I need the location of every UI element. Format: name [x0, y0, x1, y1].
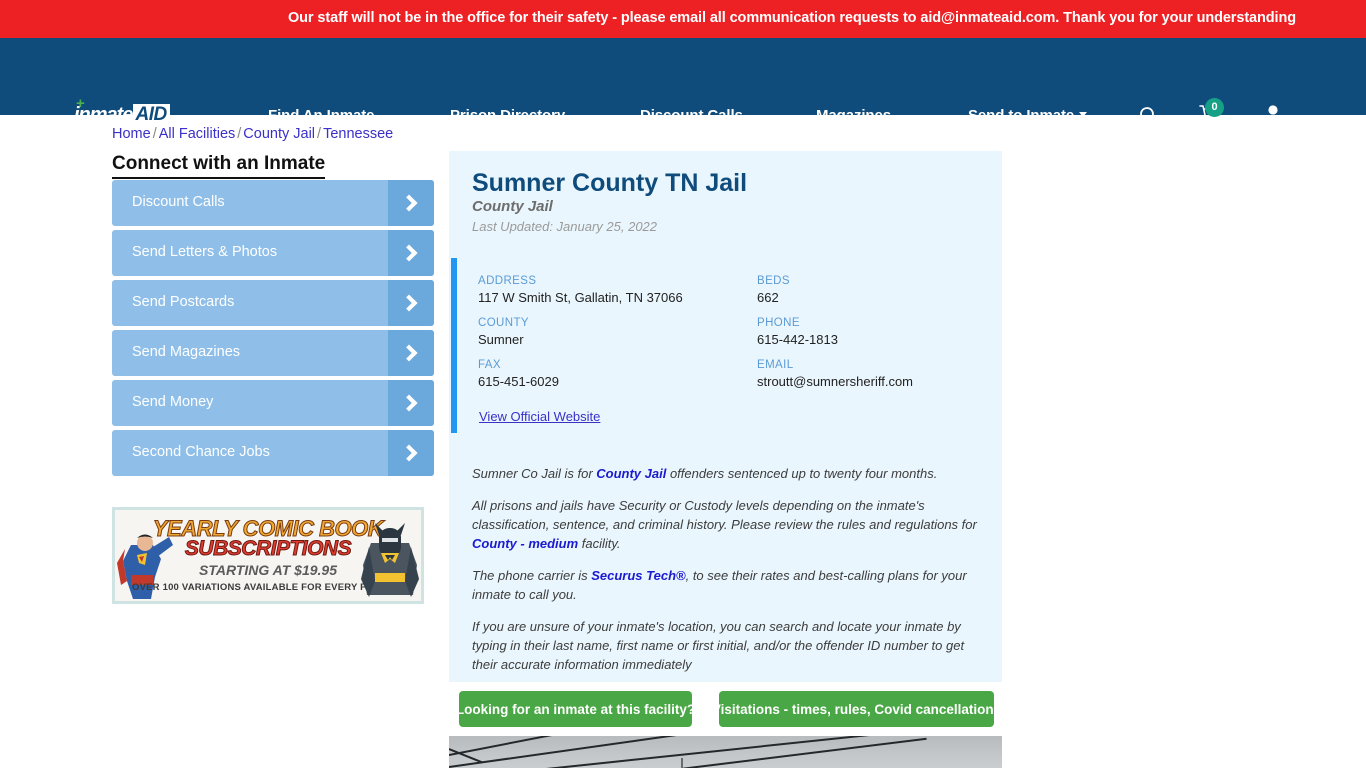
nav-item-send-to-inmate[interactable]: Send to Inmate [968, 107, 1088, 124]
ad-line-2: SUBSCRIPTIONS [184, 537, 352, 561]
description-paragraph-2: All prisons and jails have Security or C… [472, 496, 984, 553]
power-line [598, 737, 927, 768]
visitations-button[interactable]: Visitations - times, rules, Covid cancel… [712, 691, 1001, 727]
view-official-website-link[interactable]: View Official Website [479, 409, 600, 424]
chevron-right-icon [388, 280, 434, 326]
facility-card: Sumner County TN Jail County Jail Last U… [449, 151, 1002, 682]
field-value: 615-442-1813 [757, 332, 838, 347]
breadcrumb-item-home[interactable]: Home [112, 126, 151, 142]
chevron-right-icon [388, 430, 434, 476]
alert-banner: Our staff will not be in the office for … [0, 0, 1366, 38]
field-phone: PHONE 615-442-1813 [757, 317, 913, 347]
nav-item-label: Prison Directory [450, 107, 566, 124]
field-fax: FAX 615-451-6029 [478, 359, 683, 389]
comic-book-ad-banner[interactable]: YEARLY COMIC BOOK SUBSCRIPTIONS STARTING… [112, 507, 424, 604]
field-email: EMAIL stroutt@sumnersheriff.com [757, 359, 913, 389]
page-title: Sumner County TN Jail [472, 169, 748, 197]
last-updated-text: Last Updated: January 25, 2022 [472, 219, 658, 234]
nav-item-label: Find An Inmate [268, 107, 375, 124]
desc-text: All prisons and jails have Security or C… [472, 498, 977, 532]
cart-count-badge[interactable]: 0 [1205, 98, 1224, 117]
desc-text: The phone carrier is [472, 568, 592, 583]
facility-info-column-left: ADDRESS 117 W Smith St, Gallatin, TN 370… [478, 275, 683, 401]
field-beds: BEDS 662 [757, 275, 913, 305]
field-value: stroutt@sumnersheriff.com [757, 374, 914, 389]
facility-photo [449, 736, 1002, 768]
facility-info-block: ADDRESS 117 W Smith St, Gallatin, TN 370… [451, 258, 1000, 433]
field-label: FAX [478, 359, 501, 371]
sidebar-heading: Connect with an Inmate [112, 153, 326, 179]
sidebar-item-send-money[interactable]: Send Money [112, 380, 434, 426]
sidebar-item-discount-calls[interactable]: Discount Calls [112, 180, 434, 226]
facility-description: Sumner Co Jail is for County Jail offend… [472, 464, 984, 687]
field-label: EMAIL [757, 359, 794, 371]
desc-text: facility. [578, 536, 621, 551]
sidebar-item-label: Send Magazines [132, 344, 241, 360]
search-icon[interactable] [1139, 106, 1158, 130]
chevron-right-icon [388, 180, 434, 226]
sidebar-item-send-letters-photos[interactable]: Send Letters & Photos [112, 230, 434, 276]
sidebar-item-label: Discount Calls [132, 194, 225, 210]
nav-links: Find An Inmate Prison Directory Discount… [0, 107, 1366, 125]
field-label: COUNTY [478, 317, 529, 329]
sidebar-item-label: Send Letters & Photos [132, 244, 278, 260]
sidebar-item-label: Send Postcards [132, 294, 235, 310]
nav-item-magazines[interactable]: Magazines [816, 107, 891, 124]
nav-item-prison-directory[interactable]: Prison Directory [450, 107, 565, 124]
sidebar-item-second-chance-jobs[interactable]: Second Chance Jobs [112, 430, 434, 476]
desc-link-county-medium[interactable]: County - medium [472, 536, 578, 551]
desc-link-county-jail[interactable]: County Jail [596, 466, 666, 481]
batman-figure-icon [361, 523, 419, 597]
user-icon[interactable] [1263, 104, 1283, 130]
field-label: PHONE [757, 317, 800, 329]
ad-line-3: STARTING AT $19.95 [199, 562, 337, 578]
chevron-right-icon [388, 380, 434, 426]
breadcrumb-item-all-facilities[interactable]: All Facilities [159, 126, 236, 142]
nav-item-find-an-inmate[interactable]: Find An Inmate [268, 107, 374, 124]
nav-item-label: Magazines [816, 107, 891, 124]
facility-info-column-right: BEDS 662 PHONE 615-442-1813 EMAIL strout… [757, 275, 913, 401]
facility-type: County Jail [472, 198, 553, 215]
breadcrumb-separator: / [317, 126, 322, 142]
description-paragraph-1: Sumner Co Jail is for County Jail offend… [472, 464, 984, 483]
sidebar-item-label: Second Chance Jobs [132, 444, 270, 460]
nav-item-label: Discount Calls [640, 107, 743, 124]
chevron-right-icon [388, 230, 434, 276]
field-county: COUNTY Sumner [478, 317, 683, 347]
field-address: ADDRESS 117 W Smith St, Gallatin, TN 370… [478, 275, 683, 305]
alert-banner-text: Our staff will not be in the office for … [288, 10, 1296, 26]
utility-pole [681, 758, 683, 768]
main-navbar: inmate AID + Find An Inmate Prison Direc… [0, 38, 1366, 126]
desc-text: offenders sentenced up to twenty four mo… [666, 466, 938, 481]
field-value: 615-451-6029 [478, 374, 559, 389]
sidebar-item-send-postcards[interactable]: Send Postcards [112, 280, 434, 326]
breadcrumb-item-tennessee[interactable]: Tennessee [323, 126, 393, 142]
ad-background: YEARLY COMIC BOOK SUBSCRIPTIONS STARTING… [115, 510, 421, 601]
field-label: BEDS [757, 275, 790, 287]
desc-text: Sumner Co Jail is for [472, 466, 597, 481]
field-value: 117 W Smith St, Gallatin, TN 37066 [478, 290, 683, 305]
sidebar-item-send-magazines[interactable]: Send Magazines [112, 330, 434, 376]
chevron-right-icon [388, 330, 434, 376]
find-inmate-button[interactable]: Looking for an inmate at this facility? [456, 691, 695, 727]
desc-link-securus-tech[interactable]: Securus Tech® [591, 568, 685, 583]
field-value: Sumner [478, 332, 524, 347]
nav-item-label: Send to Inmate [968, 107, 1075, 124]
breadcrumb: Home / All Facilities / County Jail / Tennesse… [112, 126, 393, 142]
field-label: ADDRESS [478, 275, 537, 287]
breadcrumb-separator: / [152, 126, 157, 142]
chevron-down-icon [1079, 112, 1088, 117]
description-paragraph-4: If you are unsure of your inmate's locat… [472, 619, 965, 672]
nav-item-discount-calls[interactable]: Discount Calls [640, 107, 743, 124]
breadcrumb-item-county-jail[interactable]: County Jail [243, 126, 315, 142]
sidebar-item-label: Send Money [132, 394, 214, 410]
info-accent-bar [451, 258, 457, 433]
description-paragraph-3: The phone carrier is Securus Tech®, to s… [472, 566, 984, 604]
power-line [449, 736, 774, 756]
field-value: 662 [757, 290, 779, 305]
